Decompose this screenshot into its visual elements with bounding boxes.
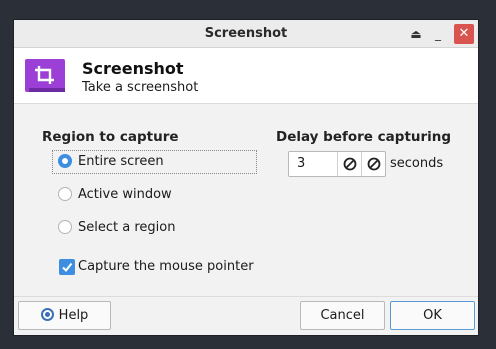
region-section-title: Region to capture <box>42 129 179 145</box>
ok-button-label: OK <box>423 308 442 323</box>
dialog-header: Screenshot Take a screenshot <box>14 48 478 104</box>
radio-indicator[interactable] <box>58 187 72 201</box>
checkmark-icon <box>62 262 73 273</box>
delay-value[interactable]: 3 <box>297 152 305 176</box>
eject-icon[interactable]: ⏏ <box>406 24 426 44</box>
radio-select-region[interactable]: Select a region <box>53 217 193 239</box>
delay-spinbox[interactable]: 3 <box>288 151 386 177</box>
radio-indicator[interactable] <box>58 154 72 168</box>
help-icon <box>40 308 54 321</box>
help-button[interactable]: Help <box>18 301 111 330</box>
app-title: Screenshot <box>82 59 184 78</box>
crop-icon <box>25 59 65 92</box>
decrement-icon[interactable] <box>337 152 362 176</box>
mouse-pointer-checkbox[interactable] <box>59 259 75 275</box>
title-bar[interactable]: Screenshot ⏏ _ ✕ <box>14 20 478 48</box>
screenshot-dialog: Screenshot ⏏ _ ✕ Screenshot Take a scree… <box>14 20 478 335</box>
radio-entire-screen[interactable]: Entire screen <box>52 150 257 174</box>
delay-section-title: Delay before capturing <box>276 129 452 145</box>
minimize-icon[interactable]: _ <box>428 24 448 44</box>
close-icon[interactable]: ✕ <box>454 24 474 44</box>
radio-label: Active window <box>78 187 172 202</box>
ok-button[interactable]: OK <box>390 301 475 330</box>
radio-indicator[interactable] <box>58 220 72 234</box>
radio-active-window[interactable]: Active window <box>53 184 193 206</box>
radio-label: Select a region <box>78 220 176 235</box>
footer-divider <box>14 296 478 297</box>
app-subtitle: Take a screenshot <box>82 80 199 95</box>
radio-label: Entire screen <box>78 154 164 169</box>
help-button-label: Help <box>58 308 89 323</box>
delay-unit-label: seconds <box>390 156 444 171</box>
mouse-pointer-label[interactable]: Capture the mouse pointer <box>78 257 254 277</box>
cancel-button-label: Cancel <box>320 308 365 323</box>
cancel-button[interactable]: Cancel <box>300 301 385 330</box>
increment-icon[interactable] <box>361 152 386 176</box>
